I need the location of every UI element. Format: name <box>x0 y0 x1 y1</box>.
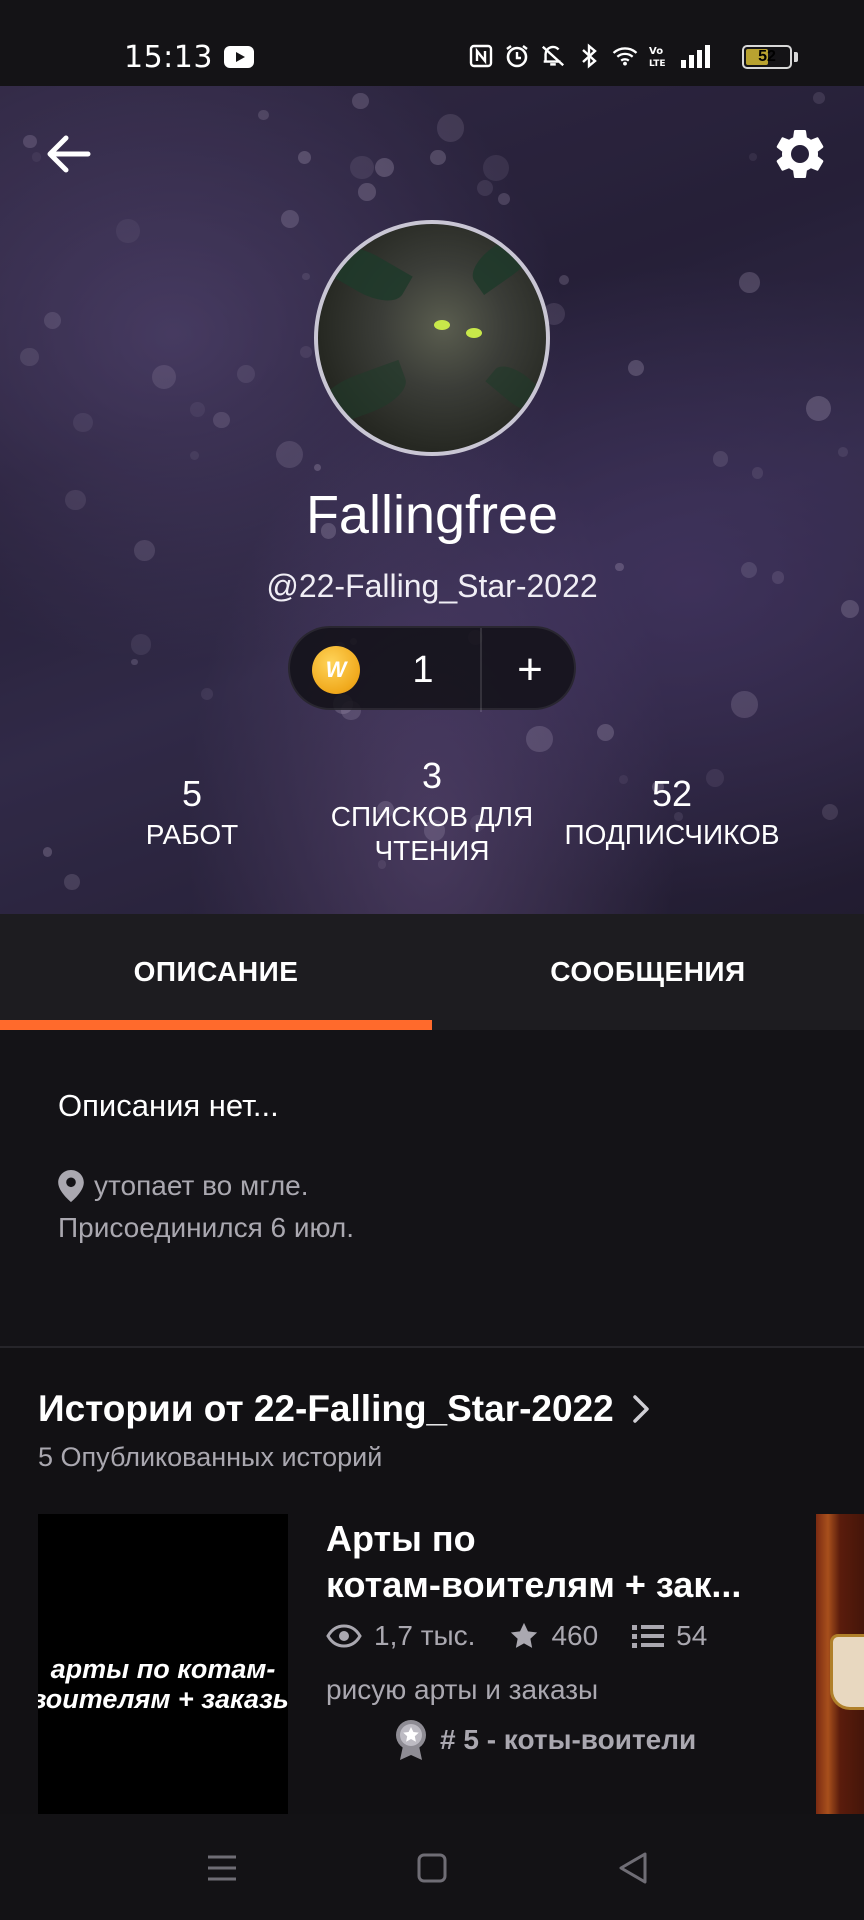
signal-icon <box>680 43 714 69</box>
location-text: утопает во мгле. <box>94 1170 309 1201</box>
settings-button[interactable] <box>770 124 830 184</box>
story-votes-value: 460 <box>551 1620 599 1651</box>
stories-header[interactable]: Истории от 22-Falling_Star-2022 <box>38 1388 650 1430</box>
stories-title: Истории от 22-Falling_Star-2022 <box>38 1388 614 1429</box>
location-pin-icon <box>58 1170 84 1202</box>
wifi-icon <box>612 43 638 69</box>
mute-icon <box>540 43 566 69</box>
battery-icon: 52 <box>742 45 792 69</box>
back-nav-button[interactable] <box>612 1846 656 1890</box>
active-tab-indicator <box>0 1020 432 1030</box>
story-stats: 1,7 тыс. 460 54 <box>326 1620 741 1652</box>
coin-icon: W <box>312 646 360 694</box>
story-rank[interactable]: # 5 - коты-воители <box>394 1718 696 1762</box>
joined-date: Присоединился 6 июл. <box>58 1212 355 1243</box>
stat-reading-lists-label: СПИСКОВ ДЛЯ ЧТЕНИЯ <box>330 801 534 866</box>
home-square-icon <box>417 1853 447 1883</box>
story-reads: 1,7 тыс. <box>326 1620 475 1652</box>
gear-icon <box>776 129 824 178</box>
story-votes: 460 <box>509 1620 598 1652</box>
story-title[interactable]: Арты по котам-воителям + зак... <box>326 1516 776 1608</box>
profile-name: Fallingfree <box>305 485 559 545</box>
section-divider <box>0 1346 864 1348</box>
youtube-icon <box>224 46 254 68</box>
tab-description[interactable]: ОПИСАНИЕ <box>0 914 432 1030</box>
stat-works-value: 5 <box>181 773 203 814</box>
volte-icon: Vo LTE <box>648 43 670 69</box>
description-text: Описания нет... <box>58 1088 279 1123</box>
status-icons: Vo LTE <box>468 40 714 72</box>
arrow-left-icon <box>47 135 91 173</box>
stat-reading-lists[interactable]: 3 СПИСКОВ ДЛЯ ЧТЕНИЯ <box>318 756 546 868</box>
stat-followers[interactable]: 52 ПОДПИСЧИКОВ <box>552 774 792 852</box>
location-row: утопает во мгле. <box>58 1170 309 1202</box>
story-rank-text: # 5 - коты-воители <box>440 1724 697 1755</box>
profile-header: Fallingfree @22-Falling_Star-2022 W 1 + … <box>0 86 864 914</box>
story-parts-value: 54 <box>676 1620 708 1651</box>
menu-button[interactable] <box>200 1846 244 1890</box>
about-section: Описания нет... утопает во мгле. Присоед… <box>0 1030 864 1346</box>
story-description: рисую арты и заказы <box>326 1674 599 1705</box>
avatar-art <box>434 320 450 330</box>
story-reads-value: 1,7 тыс. <box>374 1620 476 1651</box>
tab-messages[interactable]: СООБЩЕНИЯ <box>432 914 864 1030</box>
stat-followers-value: 52 <box>651 773 693 814</box>
profile-handle: @22-Falling_Star-2022 <box>266 568 598 604</box>
battery-tip <box>794 52 798 62</box>
alarm-icon <box>504 43 530 69</box>
nfc-icon <box>468 43 494 69</box>
avatar-art <box>318 359 413 429</box>
status-bar: 15:13 Vo LTE 52 <box>0 0 864 86</box>
rank-medal-icon <box>396 1720 426 1760</box>
back-button[interactable] <box>40 126 96 182</box>
system-nav-bar <box>0 1814 864 1920</box>
svg-text:Vo: Vo <box>649 46 663 57</box>
stat-works-label: РАБОТ <box>145 819 239 850</box>
status-time: 15:13 <box>124 40 213 75</box>
back-triangle-icon <box>619 1852 647 1884</box>
coin-count: 1 <box>412 649 434 691</box>
stat-reading-lists-value: 3 <box>421 755 443 796</box>
coins-widget: W 1 + <box>288 626 578 712</box>
next-story-cover[interactable] <box>816 1514 864 1814</box>
avatar-art <box>466 328 482 338</box>
story-title-line2: котам-воителям + зак... <box>326 1564 742 1605</box>
battery-percent: 52 <box>758 48 776 65</box>
avatar[interactable] <box>314 220 550 456</box>
list-icon <box>632 1625 665 1648</box>
profile-tabs: ОПИСАНИЕ СООБЩЕНИЯ <box>0 914 864 1030</box>
bluetooth-icon <box>576 43 602 69</box>
story-cover[interactable]: арты по котам-воителям + заказы <box>38 1514 288 1814</box>
chevron-right-icon <box>633 1395 649 1423</box>
star-icon <box>511 1622 538 1648</box>
stat-followers-label: ПОДПИСЧИКОВ <box>564 819 780 850</box>
story-parts: 54 <box>632 1620 707 1652</box>
story-cover-text: арты по котам-воителям + заказы <box>38 1654 288 1714</box>
story-title-line1: Арты по <box>326 1518 476 1559</box>
menu-icon <box>208 1855 236 1881</box>
stories-subtitle: 5 Опубликованных историй <box>38 1442 383 1472</box>
svg-text:LTE: LTE <box>649 59 666 69</box>
stat-works[interactable]: 5 РАБОТ <box>112 774 272 852</box>
add-coins-button[interactable]: + <box>482 628 578 712</box>
home-button[interactable] <box>410 1846 454 1890</box>
eye-icon <box>326 1624 362 1648</box>
coin-symbol: W <box>325 657 347 682</box>
